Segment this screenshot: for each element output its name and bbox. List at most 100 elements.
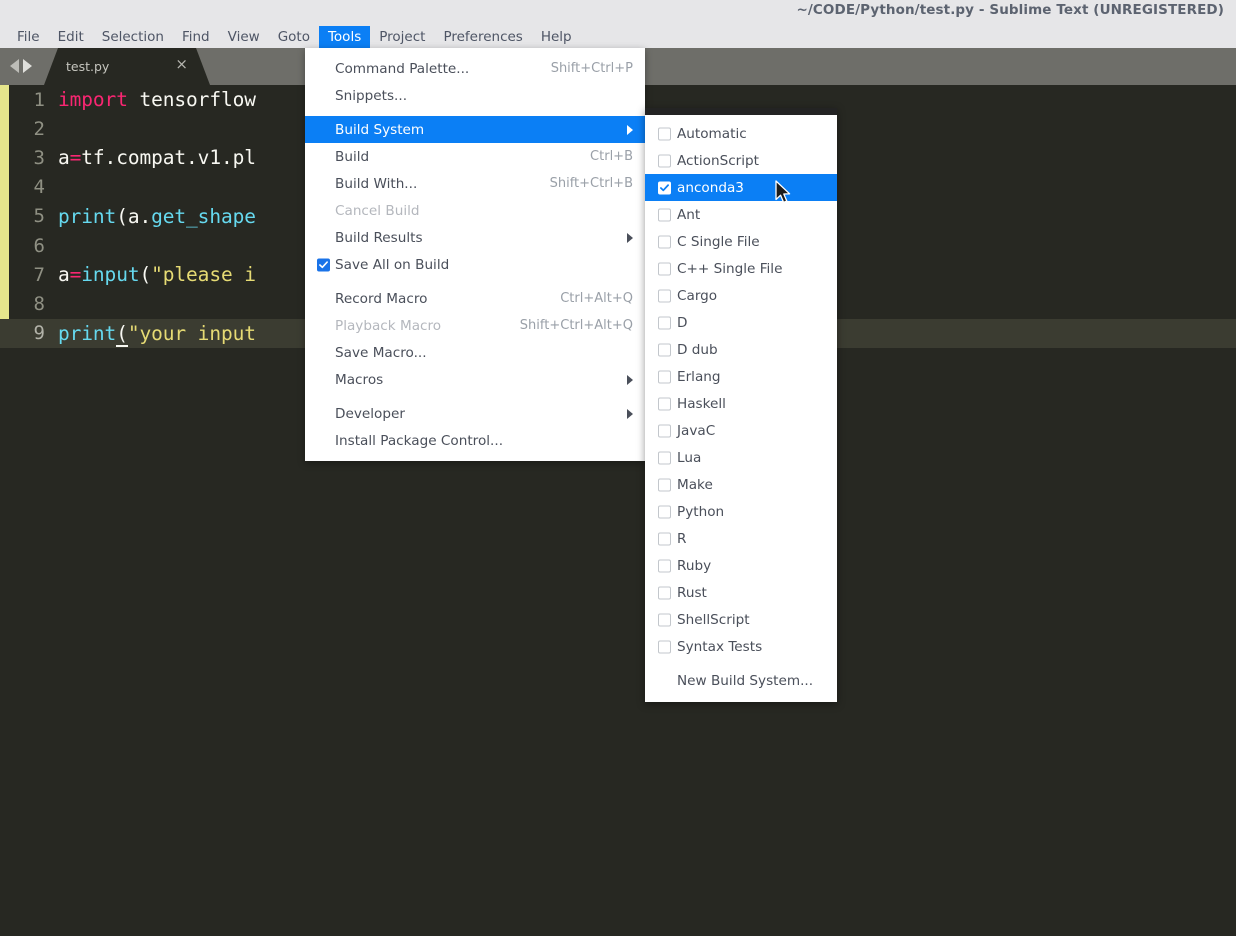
menu-selection[interactable]: Selection [93, 26, 173, 48]
build-system-ant[interactable]: Ant [645, 201, 837, 228]
line-number: 5 [33, 205, 45, 228]
menu-edit[interactable]: Edit [49, 26, 93, 48]
build-system-python[interactable]: Python [645, 498, 837, 525]
chevron-right-icon [627, 408, 633, 419]
build-system-new-build-system[interactable]: New Build System... [645, 667, 837, 694]
menu-item-shortcut: Ctrl+B [590, 149, 633, 164]
arrow-left-icon[interactable] [10, 59, 19, 73]
tab-test-py[interactable]: test.py × [44, 48, 210, 85]
checkbox-unchecked-icon[interactable] [658, 235, 671, 248]
menu-item-label: Developer [335, 405, 405, 422]
menu-help[interactable]: Help [532, 26, 581, 48]
checkbox-unchecked-icon[interactable] [658, 478, 671, 491]
title-bar: ~/CODE/Python/test.py - Sublime Text (UN… [0, 0, 1236, 48]
tab-label: test.py [66, 59, 110, 74]
build-system-label: Ant [677, 206, 701, 223]
build-system-syntax-tests[interactable]: Syntax Tests [645, 633, 837, 660]
checkbox-unchecked-icon[interactable] [658, 424, 671, 437]
menu-item-label: Snippets... [335, 87, 408, 104]
tab-navigation-arrows[interactable] [10, 59, 32, 73]
menu-item-playback-macro: Playback Macro Shift+Ctrl+Alt+Q [305, 312, 645, 339]
menu-item-install-package-control[interactable]: Install Package Control... [305, 427, 645, 454]
menu-item-build-with[interactable]: Build With... Shift+Ctrl+B [305, 170, 645, 197]
build-system-lua[interactable]: Lua [645, 444, 837, 471]
menu-item-snippets[interactable]: Snippets... [305, 82, 645, 109]
menu-item-label: Save Macro... [335, 344, 427, 361]
build-system-r[interactable]: R [645, 525, 837, 552]
checkbox-unchecked-icon[interactable] [658, 370, 671, 383]
build-system-javac[interactable]: JavaC [645, 417, 837, 444]
menu-find[interactable]: Find [173, 26, 219, 48]
checkbox-unchecked-icon[interactable] [658, 127, 671, 140]
menu-item-command-palette[interactable]: Command Palette... Shift+Ctrl+P [305, 55, 645, 82]
build-system-label: R [677, 530, 687, 547]
menu-item-shortcut: Shift+Ctrl+Alt+Q [519, 318, 633, 333]
build-system-label: ShellScript [677, 611, 750, 628]
menu-item-save-all-on-build[interactable]: Save All on Build [305, 251, 645, 278]
build-system-automatic[interactable]: Automatic [645, 120, 837, 147]
checkbox-unchecked-icon[interactable] [658, 208, 671, 221]
build-system-label: ActionScript [677, 152, 760, 169]
menu-project[interactable]: Project [370, 26, 434, 48]
build-system-anconda3[interactable]: anconda3 [645, 174, 837, 201]
build-system-make[interactable]: Make [645, 471, 837, 498]
build-system-c-single-file[interactable]: C Single File [645, 228, 837, 255]
menu-item-label: Playback Macro [335, 317, 442, 334]
build-system-d[interactable]: D [645, 309, 837, 336]
menu-goto[interactable]: Goto [269, 26, 319, 48]
checkbox-unchecked-icon[interactable] [658, 586, 671, 599]
build-system-label: C Single File [677, 233, 760, 250]
close-icon[interactable]: × [175, 56, 188, 73]
menu-item-build-results[interactable]: Build Results [305, 224, 645, 251]
menu-item-macros[interactable]: Macros [305, 366, 645, 393]
submenu-separator [645, 660, 837, 667]
menu-file[interactable]: File [8, 26, 49, 48]
build-system-label: Lua [677, 449, 702, 466]
build-system-actionscript[interactable]: ActionScript [645, 147, 837, 174]
line-number: 8 [33, 292, 45, 315]
build-system-erlang[interactable]: Erlang [645, 363, 837, 390]
menu-item-build-system[interactable]: Build System [305, 116, 645, 143]
checkbox-unchecked-icon[interactable] [658, 451, 671, 464]
menu-item-label: Build Results [335, 229, 423, 246]
line-number: 1 [33, 88, 45, 111]
build-system-haskell[interactable]: Haskell [645, 390, 837, 417]
menu-item-record-macro[interactable]: Record Macro Ctrl+Alt+Q [305, 285, 645, 312]
checkbox-checked-icon[interactable] [317, 258, 330, 271]
menu-item-developer[interactable]: Developer [305, 400, 645, 427]
checkbox-unchecked-icon[interactable] [658, 532, 671, 545]
window-title: ~/CODE/Python/test.py - Sublime Text (UN… [796, 2, 1224, 18]
menu-item-save-macro[interactable]: Save Macro... [305, 339, 645, 366]
menu-item-build[interactable]: Build Ctrl+B [305, 143, 645, 170]
checkbox-unchecked-icon[interactable] [658, 262, 671, 275]
checkbox-unchecked-icon[interactable] [658, 613, 671, 626]
menu-item-shortcut: Shift+Ctrl+B [549, 176, 633, 191]
code-text: a=input("please i [58, 263, 256, 287]
menu-separator [305, 393, 645, 400]
build-system-d-dub[interactable]: D dub [645, 336, 837, 363]
menu-view[interactable]: View [219, 26, 269, 48]
checkbox-unchecked-icon[interactable] [658, 289, 671, 302]
build-system-submenu: Automatic ActionScript anconda3 Ant C Si… [645, 108, 837, 702]
checkbox-unchecked-icon[interactable] [658, 640, 671, 653]
checkbox-unchecked-icon[interactable] [658, 397, 671, 410]
build-system-label: Cargo [677, 287, 718, 304]
arrow-right-icon[interactable] [23, 59, 32, 73]
checkbox-unchecked-icon[interactable] [658, 343, 671, 356]
menu-tools[interactable]: Tools [318, 26, 371, 48]
checkbox-unchecked-icon[interactable] [658, 559, 671, 572]
build-system-label: D [677, 314, 688, 331]
checkbox-unchecked-icon[interactable] [658, 154, 671, 167]
checkbox-unchecked-icon[interactable] [658, 316, 671, 329]
chevron-right-icon [627, 124, 633, 135]
menu-item-cancel-build: Cancel Build [305, 197, 645, 224]
build-system-ruby[interactable]: Ruby [645, 552, 837, 579]
checkbox-checked-icon[interactable] [658, 181, 671, 194]
tools-dropdown-menu: Command Palette... Shift+Ctrl+P Snippets… [305, 48, 645, 461]
build-system-cargo[interactable]: Cargo [645, 282, 837, 309]
build-system-cpp-single-file[interactable]: C++ Single File [645, 255, 837, 282]
build-system-rust[interactable]: Rust [645, 579, 837, 606]
checkbox-unchecked-icon[interactable] [658, 505, 671, 518]
menu-preferences[interactable]: Preferences [434, 26, 531, 48]
build-system-shellscript[interactable]: ShellScript [645, 606, 837, 633]
